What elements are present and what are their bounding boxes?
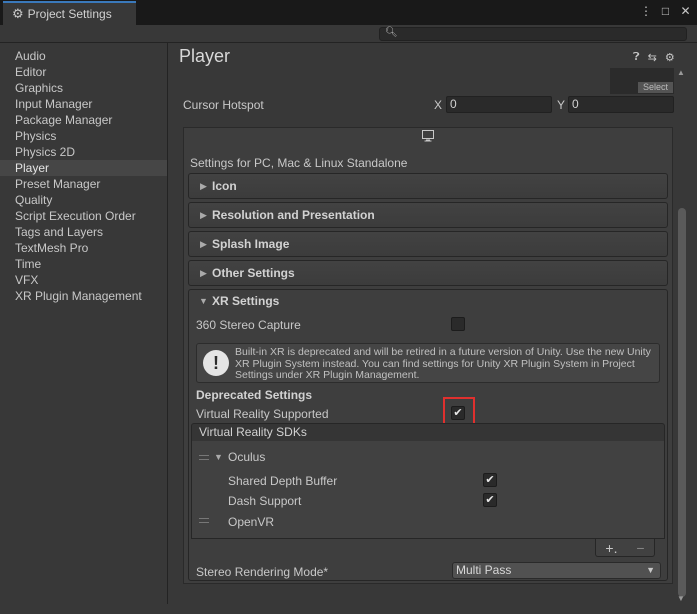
sidebar-item-input-manager[interactable]: Input Manager: [0, 96, 167, 112]
sidebar-item-xr-plugin-management[interactable]: XR Plugin Management: [0, 288, 167, 304]
chevron-down-icon: ▼: [646, 565, 655, 575]
sidebar-item-script-execution-order[interactable]: Script Execution Order: [0, 208, 167, 224]
sidebar-item-graphics[interactable]: Graphics: [0, 80, 167, 96]
preset-icon[interactable]: ⇆: [648, 51, 657, 64]
collapsed-arrow-icon: ▶: [200, 181, 207, 191]
window-titlebar: ⚙ Project Settings ⋮ □ ✕: [0, 0, 697, 25]
standalone-monitor-icon[interactable]: [422, 130, 434, 142]
sdk-list-footer: +. −: [595, 539, 655, 557]
foldout-title: Icon: [212, 179, 237, 193]
dash-support-label: Dash Support: [228, 494, 302, 508]
stereo-capture-checkbox[interactable]: [451, 317, 465, 331]
hotspot-x-field[interactable]: 0: [446, 96, 552, 113]
sdk-oculus-label[interactable]: Oculus: [228, 450, 265, 464]
stereo-rendering-mode-label: Stereo Rendering Mode*: [196, 565, 329, 579]
deprecation-help-box: ! Built-in XR is deprecated and will be …: [196, 343, 660, 383]
maximize-icon[interactable]: □: [660, 4, 671, 18]
bottom-bar: [0, 604, 697, 614]
tab-project-settings[interactable]: ⚙ Project Settings: [3, 1, 136, 25]
collapsed-arrow-icon: ▶: [200, 239, 207, 249]
sidebar-item-tags-and-layers[interactable]: Tags and Layers: [0, 224, 167, 240]
foldout-resolution-and-presentation[interactable]: ▶ Resolution and Presentation: [188, 202, 668, 228]
hotspot-y-label[interactable]: Y: [557, 98, 565, 112]
vr-sdks-header: Virtual Reality SDKs: [191, 423, 665, 442]
stereo-rendering-mode-dropdown[interactable]: Multi Pass ▼: [452, 562, 661, 579]
dash-support-checkbox[interactable]: ✔: [483, 493, 497, 507]
search-row: 🔍︎: [0, 25, 697, 43]
openvr-drag-handle[interactable]: [199, 518, 209, 523]
foldout-title: Resolution and Presentation: [212, 208, 375, 222]
collapsed-arrow-icon: ▶: [200, 268, 207, 278]
vertical-scrollbar[interactable]: ▲ ▼: [675, 43, 689, 604]
sidebar-item-physics-2d[interactable]: Physics 2D: [0, 144, 167, 160]
hotspot-x-label[interactable]: X: [434, 98, 442, 112]
collapsed-arrow-icon: ▶: [200, 210, 207, 220]
expanded-arrow-icon[interactable]: ▼: [214, 452, 223, 462]
remove-sdk-button[interactable]: −: [636, 540, 644, 556]
scroll-up-icon[interactable]: ▲: [677, 68, 685, 77]
add-sdk-button[interactable]: +.: [605, 540, 617, 556]
cursor-texture-slot[interactable]: Select: [610, 68, 674, 94]
sdk-openvr-label[interactable]: OpenVR: [228, 515, 274, 529]
hotspot-y-field[interactable]: 0: [568, 96, 674, 113]
help-icon[interactable]: ❓︎: [633, 51, 640, 64]
shared-depth-buffer-label: Shared Depth Buffer: [228, 474, 338, 488]
stereo-rendering-mode-value: Multi Pass: [456, 563, 512, 577]
scroll-thumb[interactable]: [678, 208, 686, 597]
sidebar-item-textmesh-pro[interactable]: TextMesh Pro: [0, 240, 167, 256]
window-controls: ⋮ □ ✕: [640, 4, 691, 18]
xr-settings-title[interactable]: XR Settings: [212, 294, 279, 308]
sidebar-item-player[interactable]: Player: [0, 160, 167, 176]
sidebar-item-physics[interactable]: Physics: [0, 128, 167, 144]
sidebar-item-package-manager[interactable]: Package Manager: [0, 112, 167, 128]
close-icon[interactable]: ✕: [680, 4, 691, 18]
deprecation-help-text: Built-in XR is deprecated and will be re…: [235, 346, 651, 381]
shared-depth-buffer-checkbox[interactable]: ✔: [483, 473, 497, 487]
cursor-hotspot-label: Cursor Hotspot: [183, 98, 264, 112]
foldout-icon[interactable]: ▶ Icon: [188, 173, 668, 199]
page-title: Player: [179, 46, 231, 66]
tab-title: Project Settings: [27, 7, 112, 21]
sidebar-item-audio[interactable]: Audio: [0, 48, 167, 64]
search-input[interactable]: 🔍︎: [379, 27, 687, 41]
sidebar-item-editor[interactable]: Editor: [0, 64, 167, 80]
sidebar-item-vfx[interactable]: VFX: [0, 272, 167, 288]
foldout-title: Other Settings: [212, 266, 295, 280]
deprecated-settings-label: Deprecated Settings: [196, 388, 313, 402]
select-texture-button[interactable]: Select: [638, 82, 673, 93]
player-settings-panel: Player ❓︎ ⇆ ⚙ Select Cursor Hotspot X 0 …: [169, 43, 697, 604]
title-icons: ❓︎ ⇆ ⚙: [633, 51, 675, 64]
foldout-other-settings[interactable]: ▶ Other Settings: [188, 260, 668, 286]
foldout-title: Splash Image: [212, 237, 290, 251]
scroll-down-icon[interactable]: ▼: [677, 594, 685, 603]
info-exclamation-icon: !: [203, 350, 229, 376]
vr-sdks-list: ▼ Oculus Shared Depth Buffer ✔ Dash Supp…: [191, 441, 665, 539]
sidebar-item-quality[interactable]: Quality: [0, 192, 167, 208]
oculus-drag-handle[interactable]: [199, 455, 209, 460]
expanded-arrow-icon[interactable]: ▼: [199, 296, 208, 306]
vr-supported-label: Virtual Reality Supported: [196, 407, 329, 421]
more-options-icon[interactable]: ⋮: [640, 4, 652, 18]
stereo-capture-label: 360 Stereo Capture: [196, 318, 301, 332]
sidebar-item-time[interactable]: Time: [0, 256, 167, 272]
platform-label: Settings for PC, Mac & Linux Standalone: [190, 156, 408, 170]
search-icon: 🔍︎: [385, 27, 398, 38]
sidebar-item-preset-manager[interactable]: Preset Manager: [0, 176, 167, 192]
settings-gear-icon[interactable]: ⚙: [665, 51, 675, 64]
foldout-splash-image[interactable]: ▶ Splash Image: [188, 231, 668, 257]
settings-sidebar: Audio Editor Graphics Input Manager Pack…: [0, 43, 168, 604]
gear-icon: ⚙: [12, 6, 24, 21]
